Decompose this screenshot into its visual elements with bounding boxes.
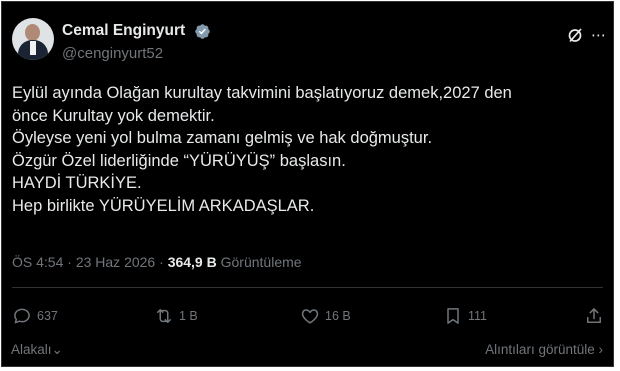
meta-separator: ·: [67, 254, 72, 270]
chevron-right-icon: ›: [598, 342, 604, 357]
chevron-down-icon: ⌄: [51, 342, 63, 357]
tweet-line: Hep birlikte YÜRÜYELİM ARKADAŞLAR.: [12, 196, 315, 215]
like-icon: [301, 309, 319, 324]
reply-button[interactable]: 637: [12, 306, 58, 326]
tweet-line: Öyleyse yeni yol bulma zamanı gelmiş ve …: [12, 129, 433, 147]
grok-icon[interactable]: [567, 27, 583, 43]
tweet-meta: ÖS 4:54 · 23 Haz 2026 · 364,9 B Görüntül…: [12, 254, 302, 270]
tweet-time[interactable]: ÖS 4:54: [12, 254, 63, 270]
avatar-head: [25, 24, 40, 41]
meta-separator: ·: [159, 254, 164, 270]
reply-count: 637: [37, 309, 58, 323]
tweet-text: Eylül ayında Olağan kurultay takvimini b…: [12, 82, 602, 217]
tweet-line: HAYDİ TÜRKİYE.: [12, 174, 142, 192]
more-icon[interactable]: ⋯: [591, 26, 607, 44]
verified-badge-icon: [195, 24, 210, 39]
view-quotes-label: Alıntıları görüntüle: [485, 342, 595, 357]
like-button[interactable]: 16 B: [300, 306, 351, 326]
tweet-line: önce Kurultay yok demektir.: [12, 106, 215, 125]
bookmark-count: 111: [468, 309, 488, 323]
avatar-shirt: [30, 41, 36, 55]
view-count-label: Görüntüleme: [220, 254, 302, 270]
tweet-card: Cemal Enginyurt @cenginyurt52 ⋯ Eylül ay…: [1, 1, 614, 367]
repost-button[interactable]: 1 B: [154, 306, 198, 326]
related-toggle[interactable]: Alakalı⌄: [11, 342, 63, 358]
related-label: Alakalı: [11, 342, 52, 357]
author-name[interactable]: Cemal Enginyurt: [62, 22, 185, 40]
share-button[interactable]: [584, 306, 609, 326]
repost-count: 1 B: [179, 309, 198, 323]
share-icon: [587, 308, 601, 323]
author-handle[interactable]: @cenginyurt52: [62, 45, 163, 62]
avatar[interactable]: [12, 18, 54, 60]
tweet-line: Eylül ayında Olağan kurultay takvimini b…: [12, 84, 512, 102]
reply-icon: [14, 308, 30, 324]
tweet-line: Özgür Özel liderliğinde “YÜRÜYÜŞ” başlas…: [12, 151, 346, 170]
like-count: 16 B: [325, 309, 351, 323]
view-quotes-link[interactable]: Alıntıları görüntüle ›: [485, 342, 603, 357]
bookmark-icon: [447, 308, 459, 324]
tweet-date[interactable]: 23 Haz 2026: [76, 254, 155, 270]
bookmark-button[interactable]: 111: [443, 306, 487, 326]
view-count: 364,9 B: [167, 254, 217, 270]
divider: [12, 287, 603, 288]
repost-icon: [157, 309, 171, 323]
